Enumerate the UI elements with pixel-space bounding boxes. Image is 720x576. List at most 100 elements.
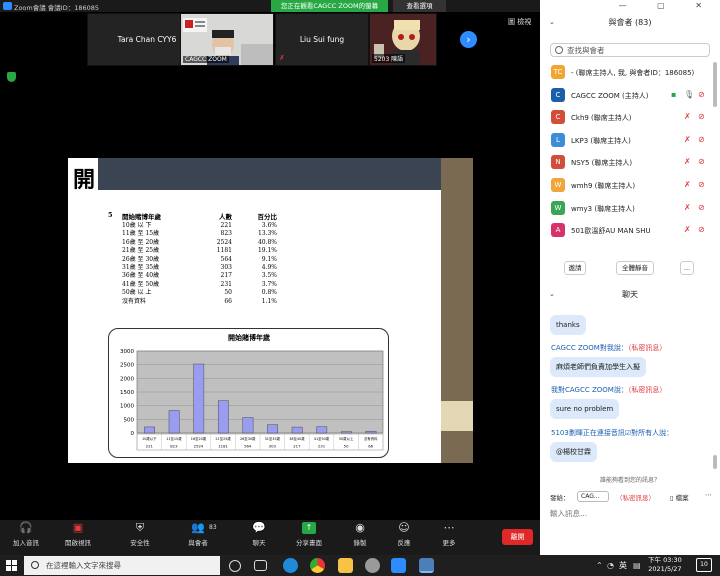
table-cell: 1181: [216, 247, 232, 255]
keyboard-icon[interactable]: ▤: [633, 561, 641, 570]
zoom-app-icon[interactable]: [391, 558, 406, 573]
notification-center-button[interactable]: 10: [696, 558, 712, 572]
chat-sender-line: 5103劃暉正在連接音訊☑對所有人說：: [551, 429, 674, 437]
cortana-icon[interactable]: [229, 560, 241, 572]
bar-chart: 開始賭博年歲 0 500 1000 1500 2000 2500 3000 10歲以下 221 11…: [120, 333, 384, 451]
participant-search-input[interactable]: 查找與會者: [550, 43, 710, 57]
y-tick-label: 1000: [120, 404, 134, 410]
video-tile[interactable]: 5203 陳語: [369, 13, 437, 66]
security-button[interactable]: ⛨ 安全性: [120, 522, 160, 548]
leave-meeting-button[interactable]: 離開: [502, 529, 533, 545]
participant-row[interactable]: C Ckh9 (聯席主持人) ⊘ ✗: [550, 109, 715, 127]
security-label: 安全性: [130, 539, 150, 547]
chevron-up-icon[interactable]: ⌃: [596, 561, 603, 570]
table-cell: 沒有資料: [122, 297, 147, 305]
more-button[interactable]: ⋯ 更多: [429, 522, 469, 548]
participants-more-button[interactable]: ...: [680, 261, 694, 275]
table-cell: 66: [224, 297, 232, 305]
bar: [340, 431, 352, 434]
participant-row[interactable]: C CAGCC ZOOM (主持人) ▪ 🎙 ⊘: [550, 87, 715, 105]
video-off-icon[interactable]: ⊘: [698, 90, 705, 99]
video-off-icon[interactable]: ⊘: [698, 157, 705, 166]
participant-row[interactable]: TC - (聯席主持人, 我, 與會者ID：186085): [550, 64, 715, 82]
video-off-icon[interactable]: ⊘: [698, 180, 705, 189]
slide-header-text: 開: [73, 167, 96, 193]
share-arrow-icon: ↑: [302, 522, 316, 534]
start-video-label: 開啟視訊: [65, 539, 91, 547]
file-label: 檔案: [675, 494, 689, 502]
muted-mic-icon[interactable]: ✗: [684, 112, 691, 121]
participant-name: wmy3 (聯席主持人): [571, 204, 635, 213]
participant-row[interactable]: A 501歐溫舒AU MAN SHU ⊘ ✗: [550, 222, 715, 240]
video-tile[interactable]: Liu Sui fung ✗: [275, 13, 369, 66]
chat-bubble-icon: 💬: [252, 521, 266, 534]
column-header: 開始賭博年歲: [122, 213, 161, 221]
video-off-icon[interactable]: ⊘: [698, 225, 705, 234]
muted-mic-icon[interactable]: ✗: [684, 225, 691, 234]
video-strip: Tara Chan CYY6 CAGCC ZOOM Liu Sui fung ✗: [87, 13, 456, 66]
view-options-button[interactable]: 查看選項: [393, 0, 446, 12]
participant-label: CAGCC ZOOM: [183, 56, 229, 63]
edge-browser-icon[interactable]: [283, 558, 298, 573]
join-audio-button[interactable]: 🎧 加入音訊: [6, 522, 46, 548]
table-cell: 41歲 至 50歲: [122, 280, 160, 288]
data-label: 217: [293, 444, 301, 449]
windows-start-icon[interactable]: [6, 560, 17, 571]
private-tag: （私密訊息）: [627, 344, 667, 352]
send-to-row: 發給： CAG... （私密訊息） ▯ 檔案 ⋯: [550, 491, 715, 504]
meeting-toolbar: 🎧 加入音訊 ▣ 開啟視訊 ⛨ 安全性 👥 與會者 83 💬 聊天 ↑ 分享畫面…: [0, 520, 540, 555]
avatar: W: [551, 200, 565, 215]
video-off-icon: ▣: [72, 521, 84, 534]
send-to-select[interactable]: CAG...: [577, 491, 609, 502]
participant-name: 501歐溫舒AU MAN SHU: [571, 227, 651, 236]
private-tag: （私密訊息）: [627, 386, 667, 394]
window-title: Zoom會議 會議ID：186085: [14, 4, 100, 12]
gallery-view-button[interactable]: 圖 檢視: [508, 17, 531, 27]
taskbar-search-box[interactable]: 在這裡輸入文字來搜尋: [24, 556, 220, 575]
chat-message: sure no problem: [550, 399, 620, 419]
table-cell: 0.8%: [261, 289, 277, 297]
microphone-icon[interactable]: 🎙: [684, 90, 694, 99]
table-cell: 36歲 至 40歲: [122, 272, 160, 280]
chrome-browser-icon[interactable]: [310, 558, 325, 573]
avatar: C: [551, 87, 565, 102]
data-label: 823: [170, 444, 178, 449]
participants-scrollbar[interactable]: [713, 62, 717, 107]
video-off-icon[interactable]: ⊘: [698, 112, 705, 121]
participant-row[interactable]: N NSY5 (聯席主持人) ⊘ ✗: [550, 154, 715, 172]
input-method-indicator[interactable]: 英: [619, 560, 627, 571]
video-tile[interactable]: CAGCC ZOOM: [180, 13, 274, 66]
participant-row[interactable]: Wwmy3 (聯席主持人) ⊘ ✗: [550, 200, 715, 218]
photos-app-icon[interactable]: [419, 558, 434, 573]
chat-more-icon[interactable]: ⋯: [705, 491, 712, 499]
muted-mic-icon[interactable]: ✗: [684, 157, 691, 166]
app-icon[interactable]: [365, 558, 380, 573]
file-button[interactable]: ▯ 檔案: [670, 492, 689, 502]
muted-mic-icon[interactable]: ✗: [684, 135, 691, 144]
reactions-button[interactable]: ☺ 反應: [384, 522, 424, 548]
window-controls[interactable]: — ▢ ✕: [619, 1, 716, 10]
chat-message-input[interactable]: [550, 506, 710, 520]
participant-row[interactable]: Wwmh9 (聯席主持人) ⊘ ✗: [550, 177, 715, 195]
chat-scrollbar[interactable]: [713, 455, 717, 469]
file-explorer-icon[interactable]: [338, 558, 353, 573]
clock-time: 下午 03:30: [648, 556, 682, 564]
table-cell: 19.1%: [257, 247, 277, 255]
video-off-icon[interactable]: ⊘: [698, 203, 705, 212]
chat-button[interactable]: 💬 聊天: [239, 521, 279, 548]
share-screen-button[interactable]: ↑ 分享畫面: [289, 522, 329, 547]
next-page-button[interactable]: ›: [460, 31, 477, 48]
taskbar-clock[interactable]: 下午 03:30 2021/5/27: [648, 556, 682, 574]
network-icon[interactable]: ◔: [607, 561, 614, 570]
start-video-button[interactable]: ▣ 開啟視訊: [58, 521, 98, 548]
muted-mic-icon[interactable]: ✗: [684, 203, 691, 212]
invite-button[interactable]: 邀請: [564, 261, 586, 275]
muted-mic-icon[interactable]: ✗: [684, 180, 691, 189]
who-can-see-link[interactable]: 誰能夠看到您的訊息？: [540, 475, 720, 484]
task-view-icon[interactable]: [254, 560, 267, 571]
participant-row[interactable]: L LKP3 (聯席主持人) ⊘ ✗: [550, 132, 715, 150]
mute-all-button[interactable]: 全體靜音: [616, 261, 654, 275]
record-button[interactable]: ◉ 錄製: [340, 522, 380, 548]
avatar: L: [551, 132, 565, 147]
video-off-icon[interactable]: ⊘: [698, 135, 705, 144]
